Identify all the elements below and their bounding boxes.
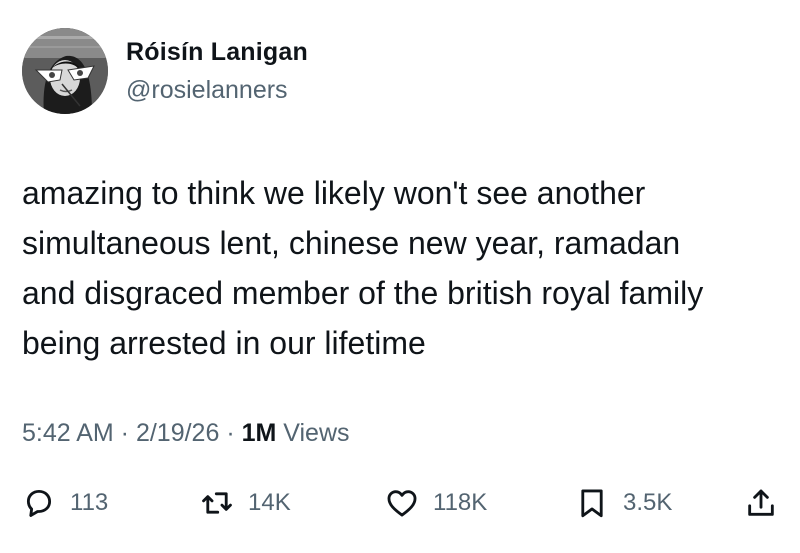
action-bar: 113 14K 118K 3.5K [0,478,800,528]
reply-count: 113 [70,489,109,516]
meta-separator: · [219,419,242,447]
tweet-date[interactable]: 2/19/26 [136,419,219,447]
share-button[interactable] [744,478,778,528]
share-icon [748,489,774,516]
retweet-icon [202,492,232,514]
tweet-meta: 5:42 AM · 2/19/26 · 1M Views [22,419,350,448]
reply-button[interactable]: 113 [22,478,108,528]
user-handle[interactable]: @rosielanners [126,76,288,105]
tweet-text-line: being arrested in our lifetime [22,325,426,361]
views-label: Views [276,419,350,447]
bookmark-icon [581,489,603,518]
tweet-text-line: amazing to think we likely won't see ano… [22,175,646,211]
meta-separator: · [113,419,136,447]
tweet-time[interactable]: 5:42 AM [22,419,114,447]
display-name[interactable]: Róisín Lanigan [126,38,308,67]
tweet-card: Róisín Lanigan @rosielanners amazing to … [0,0,800,553]
tweet-text-line: and disgraced member of the british roya… [22,275,704,311]
bookmark-button[interactable]: 3.5K [575,478,672,528]
views-count: 1M [241,419,277,447]
like-button[interactable]: 118K [385,478,487,528]
tweet-text-line: simultaneous lent, chinese new year, ram… [22,225,681,261]
heart-icon [387,490,417,517]
tweet-text: amazing to think we likely won't see ano… [22,168,792,368]
retweet-button[interactable]: 14K [200,478,291,528]
reply-icon [26,489,52,517]
avatar[interactable] [22,28,108,114]
avatar-image [22,28,108,114]
like-count: 118K [433,489,488,516]
retweet-count: 14K [248,489,291,516]
bookmark-count: 3.5K [623,489,673,516]
